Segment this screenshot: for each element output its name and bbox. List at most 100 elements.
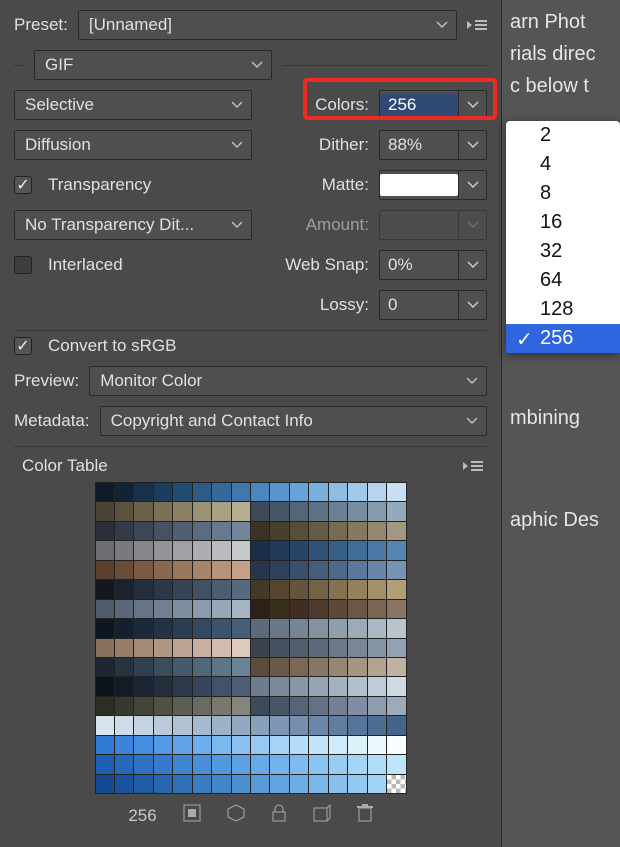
color-swatch[interactable] — [348, 502, 366, 520]
color-swatch[interactable] — [212, 561, 230, 579]
color-swatch[interactable] — [96, 522, 114, 540]
color-swatch[interactable] — [368, 736, 386, 754]
color-swatch[interactable] — [212, 483, 230, 501]
color-swatch[interactable] — [270, 677, 288, 695]
color-swatch[interactable] — [154, 697, 172, 715]
color-swatch[interactable] — [193, 716, 211, 734]
color-swatch[interactable] — [134, 502, 152, 520]
color-swatch[interactable] — [290, 600, 308, 618]
color-swatch[interactable] — [193, 677, 211, 695]
color-swatch[interactable] — [251, 736, 269, 754]
color-swatch[interactable] — [154, 600, 172, 618]
color-swatch[interactable] — [270, 755, 288, 773]
color-swatch[interactable] — [96, 483, 114, 501]
color-swatch[interactable] — [232, 639, 250, 657]
color-swatch[interactable] — [251, 483, 269, 501]
color-swatch[interactable] — [270, 619, 288, 637]
color-swatch[interactable] — [232, 736, 250, 754]
color-swatch[interactable] — [290, 619, 308, 637]
color-swatch[interactable] — [270, 502, 288, 520]
color-swatch[interactable] — [329, 697, 347, 715]
color-swatch[interactable] — [251, 541, 269, 559]
dither-field[interactable]: 88% — [379, 130, 487, 160]
color-swatch[interactable] — [309, 755, 327, 773]
chevron-down-icon[interactable] — [458, 291, 486, 319]
color-swatch[interactable] — [387, 522, 405, 540]
color-swatch[interactable] — [270, 541, 288, 559]
color-swatch[interactable] — [309, 561, 327, 579]
color-swatch[interactable] — [368, 561, 386, 579]
color-swatch[interactable] — [270, 580, 288, 598]
color-swatch[interactable] — [212, 580, 230, 598]
color-swatch[interactable] — [348, 736, 366, 754]
color-swatch[interactable] — [154, 619, 172, 637]
color-swatch[interactable] — [134, 600, 152, 618]
colors-option[interactable]: 64 — [506, 266, 620, 295]
color-swatch[interactable] — [309, 716, 327, 734]
color-swatch[interactable] — [96, 775, 114, 793]
color-swatch[interactable] — [387, 716, 405, 734]
color-swatch[interactable] — [134, 561, 152, 579]
color-swatch[interactable] — [212, 697, 230, 715]
color-swatch[interactable] — [134, 541, 152, 559]
lock-color-icon[interactable] — [227, 804, 245, 827]
color-swatch[interactable] — [387, 561, 405, 579]
color-swatch[interactable] — [115, 619, 133, 637]
lossy-field[interactable]: 0 — [379, 290, 487, 320]
color-swatch[interactable] — [329, 541, 347, 559]
color-swatch[interactable] — [212, 658, 230, 676]
color-swatch[interactable] — [96, 541, 114, 559]
color-swatch[interactable] — [115, 716, 133, 734]
color-swatch[interactable] — [387, 677, 405, 695]
color-swatch[interactable] — [290, 697, 308, 715]
color-swatch[interactable] — [232, 697, 250, 715]
color-swatch[interactable] — [115, 502, 133, 520]
color-swatch[interactable] — [134, 658, 152, 676]
color-swatch[interactable] — [212, 677, 230, 695]
color-swatch[interactable] — [115, 658, 133, 676]
color-swatch[interactable] — [348, 755, 366, 773]
color-swatch[interactable] — [96, 561, 114, 579]
color-swatch[interactable] — [96, 736, 114, 754]
color-swatch[interactable] — [251, 580, 269, 598]
color-swatch[interactable] — [309, 522, 327, 540]
color-swatch[interactable] — [329, 639, 347, 657]
color-swatch[interactable] — [173, 580, 191, 598]
color-swatch[interactable] — [96, 755, 114, 773]
convert-srgb-checkbox[interactable] — [14, 337, 32, 355]
color-swatch[interactable] — [348, 639, 366, 657]
color-swatch[interactable] — [115, 483, 133, 501]
format-select[interactable]: GIF — [34, 50, 272, 80]
color-swatch[interactable] — [348, 697, 366, 715]
color-swatch[interactable] — [387, 600, 405, 618]
color-swatch[interactable] — [368, 483, 386, 501]
color-swatch[interactable] — [154, 483, 172, 501]
color-swatch[interactable] — [96, 580, 114, 598]
transparency-checkbox[interactable] — [14, 176, 32, 194]
color-swatch[interactable] — [348, 580, 366, 598]
color-swatch[interactable] — [96, 619, 114, 637]
color-swatch[interactable] — [96, 502, 114, 520]
color-swatch[interactable] — [193, 697, 211, 715]
color-swatch[interactable] — [368, 502, 386, 520]
color-swatch[interactable] — [329, 736, 347, 754]
color-swatch[interactable] — [193, 775, 211, 793]
color-swatch[interactable] — [309, 619, 327, 637]
color-swatch[interactable] — [348, 600, 366, 618]
color-swatch[interactable] — [96, 658, 114, 676]
colors-option[interactable]: 4 — [506, 150, 620, 179]
metadata-select[interactable]: Copyright and Contact Info — [100, 406, 487, 436]
color-swatch[interactable] — [329, 561, 347, 579]
color-swatch[interactable] — [115, 600, 133, 618]
color-swatch[interactable] — [154, 561, 172, 579]
color-swatch[interactable] — [193, 619, 211, 637]
color-swatch[interactable] — [212, 755, 230, 773]
chevron-down-icon[interactable] — [458, 131, 486, 159]
color-swatch[interactable] — [154, 658, 172, 676]
color-swatch[interactable] — [290, 580, 308, 598]
color-swatch[interactable] — [232, 716, 250, 734]
color-swatch[interactable] — [368, 658, 386, 676]
color-swatch[interactable] — [193, 580, 211, 598]
trash-icon[interactable] — [357, 804, 373, 827]
color-swatch[interactable] — [270, 716, 288, 734]
